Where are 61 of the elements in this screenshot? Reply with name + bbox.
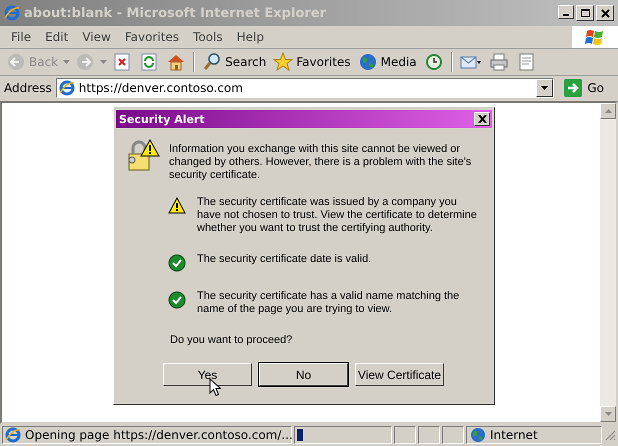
close-icon [600, 8, 610, 18]
scrollbar[interactable] [600, 103, 616, 422]
dialog-button[interactable]: No [259, 363, 348, 386]
clock-icon [424, 52, 444, 72]
menu-item[interactable]: File [4, 30, 38, 44]
dropdown-arrow-icon[interactable] [100, 60, 108, 64]
ie-icon [58, 80, 75, 96]
status-pane [442, 426, 464, 444]
star-icon [273, 52, 294, 72]
cursor-icon [209, 378, 221, 397]
menu-item[interactable]: Help [230, 30, 271, 44]
question-text: Do you want to proceed? [170, 334, 294, 347]
message-text: The security certificate has a valid name matching the name of the page you are trying to view. [197, 290, 460, 316]
minimize-icon [563, 14, 569, 16]
ie-icon [5, 427, 21, 443]
close-button[interactable] [474, 112, 490, 126]
ie-icon [4, 5, 20, 21]
zone-indicator: Internet [466, 426, 602, 444]
message-text: The security certificate was issued by a company you have not chosen to trust. View the certificate to determine whether you want to trust the certifying authority. [197, 196, 478, 235]
menu-item[interactable]: View [75, 30, 118, 44]
house-icon [166, 52, 186, 72]
minimize-button[interactable] [558, 5, 574, 19]
printer-icon [488, 52, 509, 72]
search-icon [202, 52, 222, 72]
toolbar-button[interactable]: Search [200, 51, 268, 73]
status-pane [418, 426, 440, 444]
close-button[interactable] [596, 5, 614, 21]
status-text: Opening page https://denver.contoso.com/... [2, 426, 292, 444]
warning-icon [168, 197, 186, 215]
resize-grip-icon[interactable] [604, 429, 616, 441]
menu-item[interactable]: Tools [186, 30, 230, 44]
intro-text: Information you exchange with this site cannot be viewed or changed by others. However, there is a problem with the site's security certificate. [169, 142, 472, 182]
caret-icon [541, 86, 548, 90]
toolbar-button[interactable]: Media [356, 51, 419, 73]
close-icon [478, 115, 486, 123]
scroll-up-icon[interactable] [604, 109, 612, 113]
dialog-button[interactable]: Yes [163, 363, 252, 386]
dialog-title: Security Alert [119, 112, 206, 126]
dialog-button[interactable]: View Certificate [355, 363, 444, 386]
status-pane [394, 426, 416, 444]
dropdown-button[interactable] [536, 79, 554, 97]
toolbar-button[interactable]: Favorites [271, 51, 353, 73]
maximize-button[interactable] [576, 5, 594, 21]
menu-item[interactable]: Edit [38, 30, 76, 44]
address-label: Address [4, 81, 52, 95]
stop-icon [112, 52, 132, 72]
globe-icon [358, 52, 378, 72]
maximize-icon [580, 9, 590, 17]
address-field[interactable]: https://denver.contoso.com [56, 78, 554, 98]
windows-flag-icon [585, 28, 605, 46]
message-text: The security certificate date is valid. [197, 253, 372, 266]
padlock-warning-icon [126, 138, 160, 172]
scroll-down-icon[interactable] [604, 412, 612, 416]
menu-item[interactable]: Favorites [118, 30, 186, 44]
checkmark-icon [168, 254, 186, 272]
dropdown-arrow-icon[interactable] [63, 60, 70, 64]
window-title: about:blank - Microsoft Internet Explorer [24, 6, 328, 20]
checkmark-icon [168, 291, 186, 309]
refresh-icon [139, 52, 160, 72]
go-button[interactable]: Go [558, 79, 614, 97]
globe-icon [470, 427, 486, 443]
